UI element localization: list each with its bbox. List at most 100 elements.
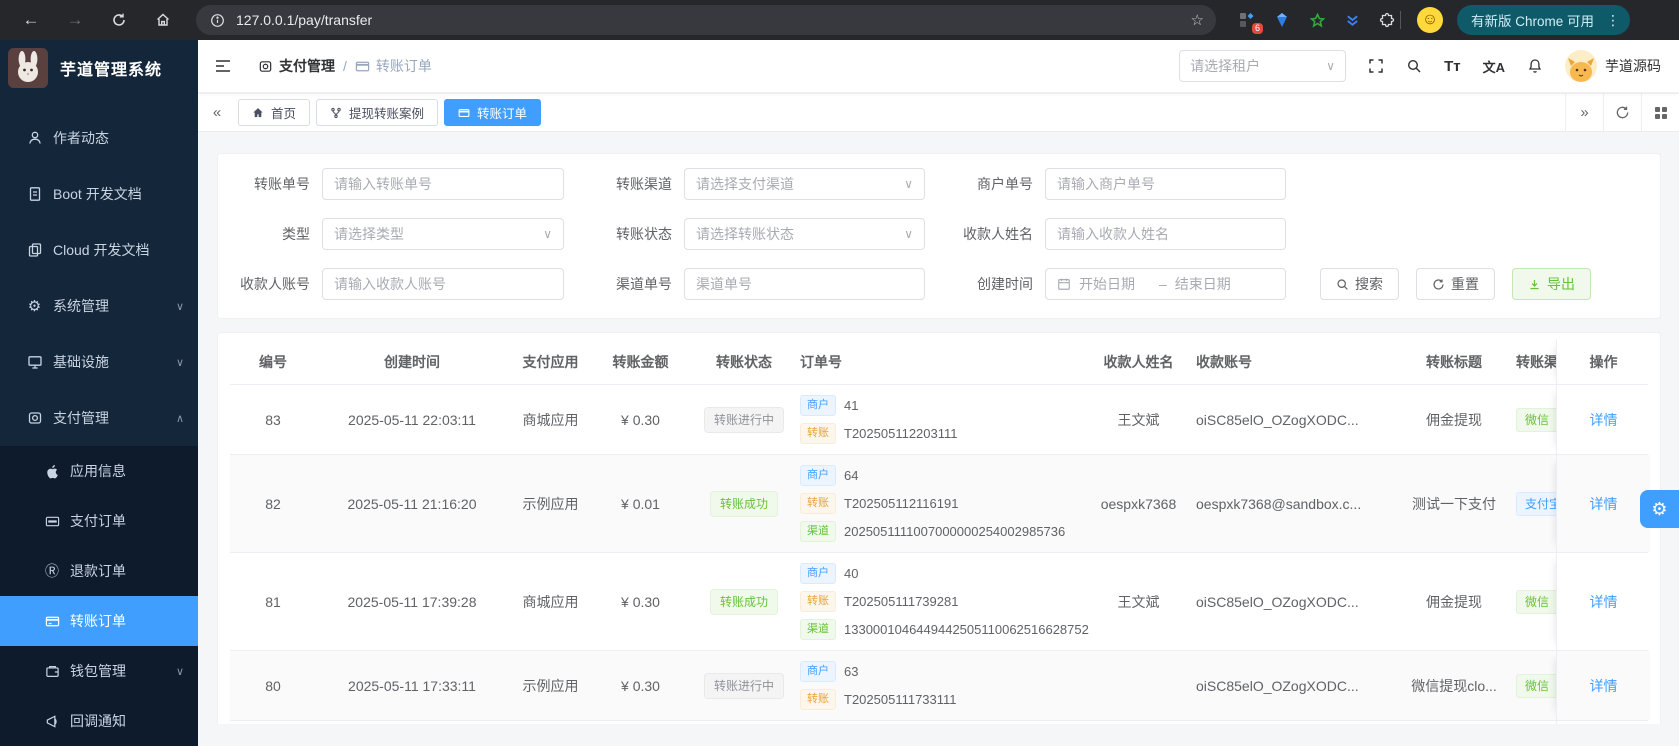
sidebar-item-system[interactable]: ⚙ 系统管理 ∨ bbox=[0, 278, 198, 334]
channel-no-input-control[interactable] bbox=[696, 276, 913, 292]
field-label: 收款人姓名 bbox=[963, 226, 1033, 242]
monitor-icon bbox=[26, 354, 43, 371]
channel-badge: 微信 bbox=[1516, 673, 1556, 698]
tab-home[interactable]: 首页 bbox=[238, 99, 311, 126]
detail-link[interactable]: 详情 bbox=[1590, 494, 1618, 514]
sidebar-item-transfer-order[interactable]: 转账订单 bbox=[0, 596, 198, 646]
url-bar[interactable]: 127.0.0.1/pay/transfer ☆ bbox=[196, 5, 1216, 35]
payee-account-input-control[interactable] bbox=[334, 276, 552, 292]
user-menu[interactable]: 芋道源码 bbox=[1565, 50, 1661, 82]
merchant-no: 41 bbox=[844, 398, 859, 413]
tab-transfer-order[interactable]: 转账订单 bbox=[444, 99, 542, 126]
transfer-badge: 转账 bbox=[800, 689, 836, 710]
profile-avatar[interactable]: ☺ bbox=[1417, 7, 1443, 33]
cell-status: 转账进行中 bbox=[688, 406, 800, 433]
browser-reload-icon[interactable] bbox=[110, 11, 128, 29]
cell-account: oiSC85elO_OZogXODC... bbox=[1196, 677, 1359, 694]
table-row: 80 2025-05-11 17:33:11 示例应用 ¥ 0.30 转账进行中… bbox=[230, 651, 1650, 721]
payee-name-input-control[interactable] bbox=[1057, 226, 1274, 242]
tabs-refresh-icon[interactable] bbox=[1603, 93, 1641, 132]
channel-no-input[interactable] bbox=[684, 268, 925, 300]
transfer-badge: 转账 bbox=[800, 591, 836, 612]
sidebar-item-cloud-docs[interactable]: Cloud 开发文档 bbox=[0, 222, 198, 278]
sidebar-item-payment[interactable]: 支付管理 ∧ bbox=[0, 390, 198, 446]
extension-icon-notifier[interactable]: 6 bbox=[1238, 11, 1263, 34]
col-header-time: 创建时间 bbox=[384, 353, 440, 370]
sidebar-item-app-info[interactable]: 应用信息 bbox=[0, 446, 198, 496]
settings-drawer-button[interactable]: ⚙ bbox=[1640, 490, 1679, 528]
extension-icon-gem[interactable] bbox=[1273, 11, 1291, 29]
merchant-no-input[interactable] bbox=[1045, 168, 1286, 200]
create-time-range-picker[interactable]: 开始日期 – 结束日期 bbox=[1045, 268, 1286, 300]
bookmark-star-icon[interactable]: ☆ bbox=[1191, 11, 1204, 29]
detail-link[interactable]: 详情 bbox=[1590, 410, 1618, 430]
collapse-menu-icon[interactable] bbox=[214, 57, 232, 75]
chrome-menu-icon[interactable]: ⋮ bbox=[1602, 12, 1624, 29]
payee-name-input[interactable] bbox=[1045, 218, 1286, 250]
channel-select[interactable]: ∨ bbox=[684, 168, 925, 200]
cell-app: 商城应用 bbox=[522, 411, 579, 428]
channel-select-control[interactable] bbox=[696, 176, 899, 192]
payee-account-input[interactable] bbox=[322, 268, 564, 300]
export-button[interactable]: 导出 bbox=[1512, 268, 1591, 300]
sidebar-item-label: 基础设施 bbox=[53, 354, 109, 370]
merchant-no-input-control[interactable] bbox=[1057, 176, 1274, 192]
search-button[interactable]: 搜索 bbox=[1320, 268, 1399, 300]
type-select-control[interactable] bbox=[334, 226, 538, 242]
cell-id: 83 bbox=[265, 411, 281, 428]
cell-order-no: 商户 40 转账 T202505111739281 渠道 13300010464494… bbox=[800, 553, 1089, 650]
detail-link[interactable]: 详情 bbox=[1590, 676, 1618, 696]
transfer-no-input-control[interactable] bbox=[334, 176, 552, 192]
tabs-scroll-left-icon[interactable]: « bbox=[198, 94, 236, 132]
language-icon[interactable]: 文A bbox=[1483, 57, 1505, 76]
breadcrumb-parent[interactable]: 支付管理 bbox=[258, 56, 335, 76]
tab-withdraw-demo[interactable]: 提现转账案例 bbox=[316, 99, 439, 126]
fullscreen-icon[interactable] bbox=[1368, 58, 1384, 74]
filter-card: 转账单号 转账渠道 ∨ 商户单号 类型 ∨ 转账状态 ∨ bbox=[217, 153, 1661, 319]
sidebar-item-author[interactable]: 作者动态 bbox=[0, 110, 198, 166]
field-label: 收款人账号 bbox=[240, 276, 310, 292]
browser-home-icon[interactable] bbox=[154, 11, 172, 29]
chrome-update-button[interactable]: 有新版 Chrome 可用 ⋮ bbox=[1457, 5, 1631, 35]
merchant-no: 64 bbox=[844, 468, 859, 483]
sidebar-item-callback[interactable]: 回调通知 bbox=[0, 696, 198, 746]
browser-back-icon[interactable]: ← bbox=[22, 10, 40, 29]
sidebar-item-label: 回调通知 bbox=[70, 713, 126, 729]
cell-title: 佣金提现 bbox=[1426, 593, 1482, 610]
chevron-down-icon: ∨ bbox=[175, 665, 184, 678]
site-info-icon[interactable] bbox=[208, 11, 226, 29]
search-icon[interactable] bbox=[1406, 58, 1422, 74]
extension-icon-star[interactable] bbox=[1308, 11, 1326, 29]
gear-icon: ⚙ bbox=[1651, 498, 1668, 519]
sidebar-item-pay-order[interactable]: 支付订单 bbox=[0, 496, 198, 546]
sidebar-item-refund-order[interactable]: Ⓡ 退款订单 bbox=[0, 546, 198, 596]
megaphone-icon bbox=[44, 713, 60, 729]
transfer-no: T202505111739281 bbox=[844, 594, 959, 609]
extensions-puzzle-icon[interactable] bbox=[1378, 11, 1396, 29]
tenant-select[interactable]: 请选择租户 ∨ bbox=[1179, 50, 1347, 82]
url-text[interactable]: 127.0.0.1/pay/transfer bbox=[236, 12, 1181, 28]
breadcrumb: 支付管理 / 转账订单 bbox=[258, 56, 432, 76]
cell-amount: ¥ 0.30 bbox=[621, 677, 660, 694]
type-select[interactable]: ∨ bbox=[322, 218, 564, 250]
status-select[interactable]: ∨ bbox=[684, 218, 925, 250]
tabs-scroll-right-icon[interactable]: » bbox=[1565, 93, 1603, 132]
extension-icon-chevrons[interactable] bbox=[1343, 11, 1361, 29]
browser-forward-icon[interactable]: → bbox=[66, 10, 84, 29]
bankcard-icon bbox=[458, 107, 470, 119]
reset-button[interactable]: 重置 bbox=[1416, 268, 1495, 300]
sidebar-item-label: 系统管理 bbox=[53, 298, 109, 314]
bell-icon[interactable] bbox=[1527, 58, 1543, 74]
cell-title: 微信提现clo... bbox=[1411, 677, 1497, 694]
tabs-menu-grid-icon[interactable] bbox=[1641, 93, 1679, 132]
transfer-no-input[interactable] bbox=[322, 168, 564, 200]
app-logo-row[interactable]: 芋道管理系统 bbox=[0, 40, 198, 96]
status-select-control[interactable] bbox=[696, 226, 899, 242]
sidebar-item-infra[interactable]: 基础设施 ∨ bbox=[0, 334, 198, 390]
app-title: 芋道管理系统 bbox=[60, 62, 163, 79]
chevron-down-icon: ∨ bbox=[904, 177, 913, 191]
sidebar-item-wallet[interactable]: 钱包管理 ∨ bbox=[0, 646, 198, 696]
detail-link[interactable]: 详情 bbox=[1590, 592, 1618, 612]
sidebar-item-boot-docs[interactable]: Boot 开发文档 bbox=[0, 166, 198, 222]
font-size-icon[interactable]: Tт bbox=[1444, 58, 1461, 75]
